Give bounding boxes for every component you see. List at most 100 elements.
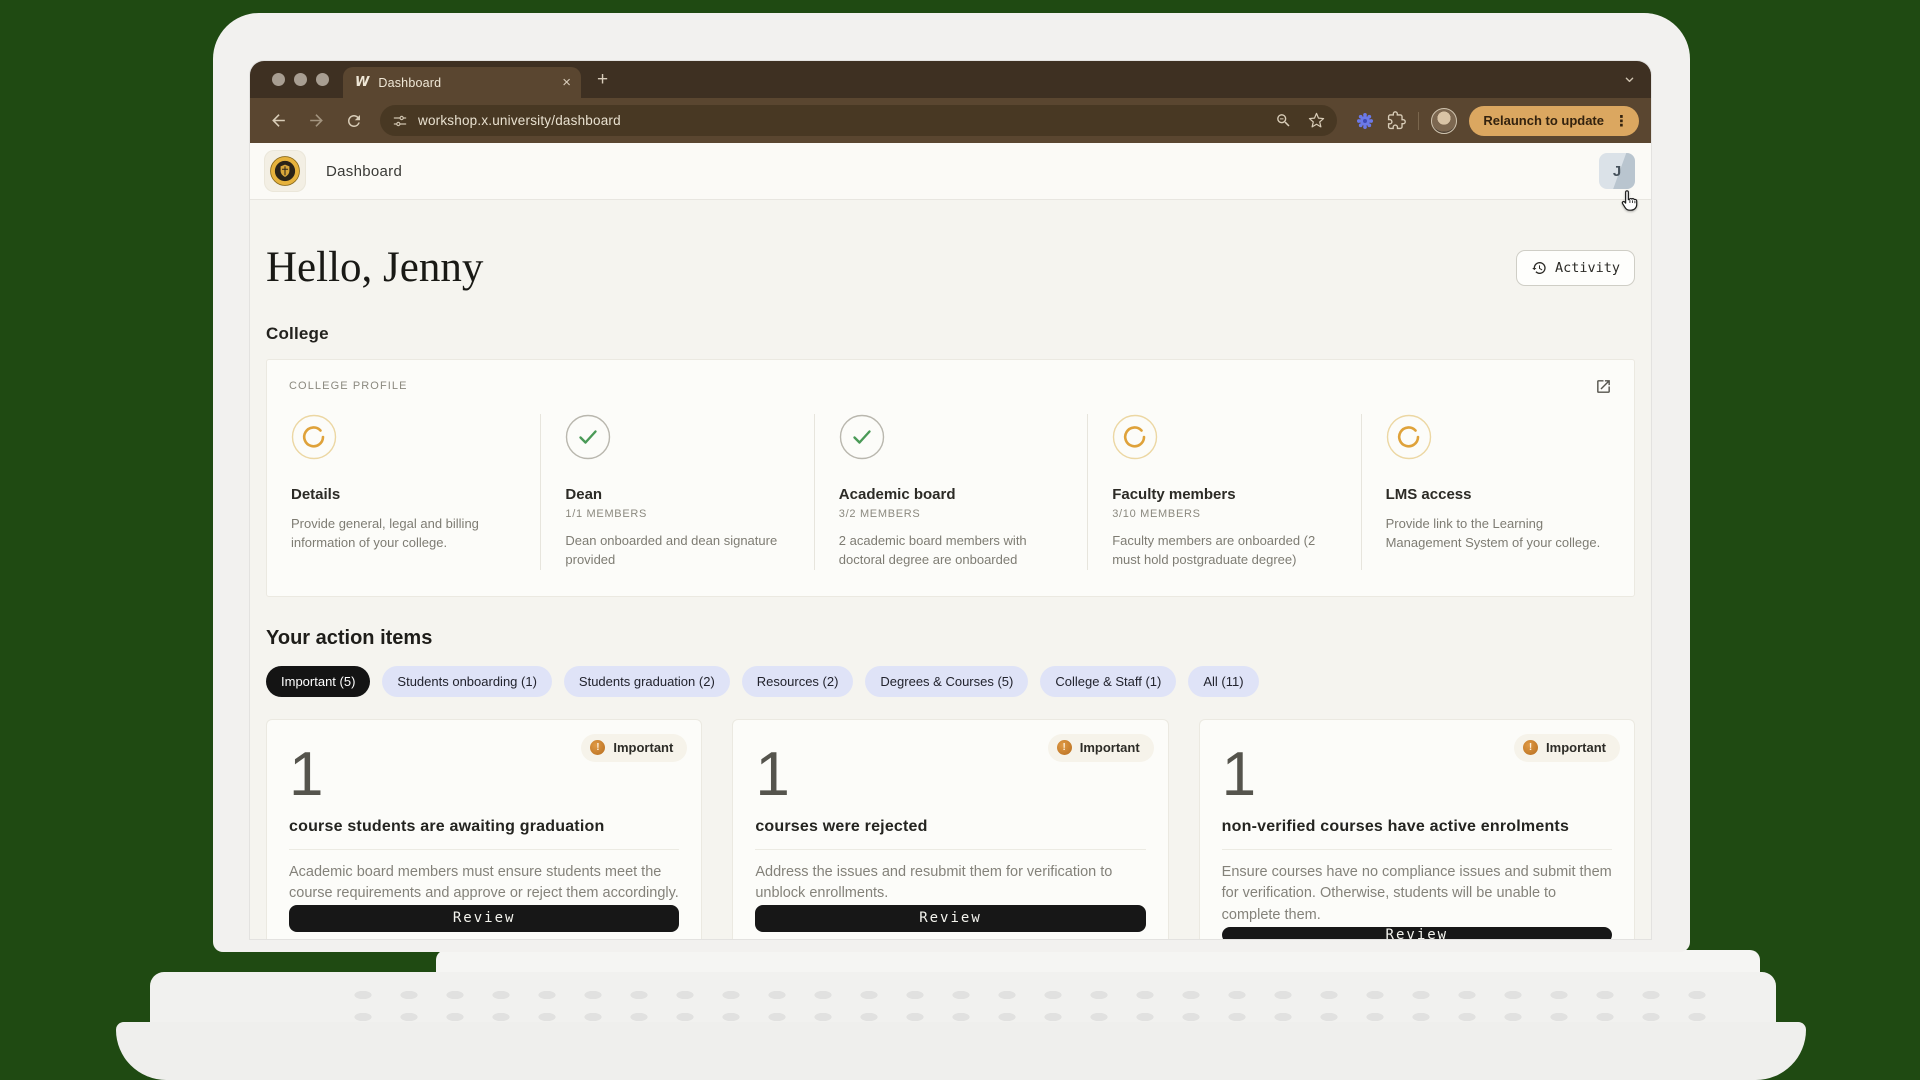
- browser-profile-avatar[interactable]: [1431, 108, 1457, 134]
- check-icon: [565, 414, 611, 460]
- page-title: Dashboard: [326, 163, 402, 180]
- step-desc: Provide general, legal and billing infor…: [291, 515, 514, 553]
- card-description: Address the issues and resubmit them for…: [755, 862, 1145, 906]
- laptop-base: [116, 1022, 1806, 1080]
- tab-close-icon[interactable]: ×: [562, 75, 571, 90]
- extensions-puzzle-icon[interactable]: [1387, 111, 1406, 130]
- activity-label: Activity: [1555, 260, 1620, 276]
- traffic-light-zoom[interactable]: [316, 73, 329, 86]
- action-cards: Important 1 course students are awaiting…: [266, 719, 1635, 939]
- step-desc: 2 academic board members with doctoral d…: [839, 532, 1061, 570]
- progress-spinner-icon: [1112, 414, 1158, 460]
- bookmark-star-icon[interactable]: [1308, 112, 1325, 129]
- app-header: Dashboard J: [250, 143, 1651, 200]
- relaunch-to-update-button[interactable]: Relaunch to update ⋮: [1469, 106, 1639, 136]
- open-external-icon[interactable]: [1595, 378, 1612, 395]
- dashboard-page: Dashboard J Hello, Jenny Activity Colleg…: [250, 143, 1651, 939]
- important-icon: [1057, 740, 1072, 755]
- traffic-light-close[interactable]: [272, 73, 285, 86]
- action-card-graduation: Important 1 course students are awaiting…: [266, 719, 702, 939]
- window-controls: [272, 73, 329, 86]
- important-icon: [590, 740, 605, 755]
- divider: [755, 849, 1145, 850]
- page-content: Hello, Jenny Activity College COLLEGE PR…: [250, 200, 1651, 939]
- divider: [1222, 849, 1612, 850]
- status-badge: Important: [1514, 734, 1620, 762]
- tab-title: Dashboard: [378, 76, 553, 90]
- step-name: Details: [291, 486, 514, 503]
- progress-spinner-icon: [291, 414, 337, 460]
- chip-college-staff[interactable]: College & Staff (1): [1040, 666, 1176, 697]
- chip-students-onboarding[interactable]: Students onboarding (1): [382, 666, 551, 697]
- important-icon: [1523, 740, 1538, 755]
- card-description: Academic board members must ensure stude…: [289, 862, 679, 906]
- chip-resources[interactable]: Resources (2): [742, 666, 854, 697]
- chip-important[interactable]: Important (5): [266, 666, 370, 697]
- step-desc: Faculty members are onboarded (2 must ho…: [1112, 532, 1334, 570]
- step-academic-board[interactable]: Academic board 3/2 MEMBERS 2 academic bo…: [814, 414, 1087, 570]
- new-tab-button[interactable]: +: [597, 69, 608, 91]
- browser-tab-dashboard[interactable]: W Dashboard ×: [343, 67, 581, 98]
- address-bar[interactable]: workshop.x.university/dashboard: [380, 105, 1337, 136]
- step-faculty-members[interactable]: Faculty members 3/10 MEMBERS Faculty mem…: [1087, 414, 1360, 570]
- college-profile-card: COLLEGE PROFILE Details Provide g: [266, 359, 1635, 597]
- step-dean[interactable]: Dean 1/1 MEMBERS Dean onboarded and dean…: [540, 414, 813, 570]
- review-button[interactable]: Review: [755, 905, 1145, 932]
- history-icon: [1531, 260, 1547, 276]
- step-name: LMS access: [1386, 486, 1608, 503]
- status-badge: Important: [1048, 734, 1154, 762]
- relaunch-label: Relaunch to update: [1483, 113, 1604, 128]
- activity-button[interactable]: Activity: [1516, 250, 1635, 286]
- step-desc: Dean onboarded and dean signature provid…: [565, 532, 787, 570]
- filter-chips: Important (5) Students onboarding (1) St…: [266, 666, 1635, 697]
- action-items-title: Your action items: [266, 627, 1635, 650]
- step-members: 1/1 MEMBERS: [565, 508, 787, 520]
- card-description: Ensure courses have no compliance issues…: [1222, 862, 1612, 927]
- badge-label: Important: [1080, 740, 1140, 755]
- forward-icon[interactable]: [300, 105, 332, 137]
- action-card-nonverified-courses: Important 1 non-verified courses have ac…: [1199, 719, 1635, 939]
- college-logo[interactable]: [264, 150, 306, 192]
- greeting-heading: Hello, Jenny: [266, 243, 483, 292]
- review-button[interactable]: Review: [1222, 927, 1612, 939]
- college-steps: Details Provide general, legal and billi…: [267, 414, 1634, 570]
- card-title: non-verified courses have active enrolme…: [1222, 818, 1612, 836]
- traffic-light-minimize[interactable]: [294, 73, 307, 86]
- card-title: course students are awaiting graduation: [289, 818, 679, 836]
- status-badge: Important: [581, 734, 687, 762]
- laptop-screen: W Dashboard × + wor: [213, 13, 1690, 952]
- card-title: courses were rejected: [755, 818, 1145, 836]
- back-icon[interactable]: [262, 105, 294, 137]
- toolbar-right-cluster: Relaunch to update ⋮: [1347, 106, 1639, 136]
- url-text[interactable]: workshop.x.university/dashboard: [418, 113, 1265, 128]
- step-details[interactable]: Details Provide general, legal and billi…: [267, 414, 540, 570]
- step-lms-access[interactable]: LMS access Provide link to the Learning …: [1361, 414, 1634, 570]
- reload-icon[interactable]: [338, 105, 370, 137]
- step-name: Academic board: [839, 486, 1061, 503]
- badge-label: Important: [1546, 740, 1606, 755]
- chip-degrees-courses[interactable]: Degrees & Courses (5): [865, 666, 1028, 697]
- progress-spinner-icon: [1386, 414, 1432, 460]
- action-card-rejected-courses: Important 1 courses were rejected Addres…: [732, 719, 1168, 939]
- user-avatar-button[interactable]: J: [1599, 153, 1635, 189]
- site-settings-icon[interactable]: [392, 113, 408, 129]
- step-members: 3/10 MEMBERS: [1112, 508, 1334, 520]
- review-button[interactable]: Review: [289, 905, 679, 932]
- browser-tabstrip: W Dashboard × +: [250, 61, 1651, 98]
- chip-students-graduation[interactable]: Students graduation (2): [564, 666, 730, 697]
- step-name: Dean: [565, 486, 787, 503]
- mouse-cursor-pointer: [1618, 188, 1644, 214]
- browser-toolbar: workshop.x.university/dashboard: [250, 98, 1651, 143]
- chip-all[interactable]: All (11): [1188, 666, 1258, 697]
- browser-window: W Dashboard × + wor: [250, 61, 1651, 939]
- tab-favicon-icon: W: [355, 75, 369, 90]
- step-name: Faculty members: [1112, 486, 1334, 503]
- college-profile-label: COLLEGE PROFILE: [267, 380, 1634, 392]
- step-desc: Provide link to the Learning Management …: [1386, 515, 1608, 553]
- settings-gear-icon[interactable]: [1355, 111, 1375, 131]
- check-icon: [839, 414, 885, 460]
- divider: [289, 849, 679, 850]
- browser-menu-icon[interactable]: ⋮: [1614, 112, 1629, 130]
- zoom-icon[interactable]: [1275, 112, 1292, 129]
- tab-search-chevron-icon[interactable]: [1622, 72, 1637, 87]
